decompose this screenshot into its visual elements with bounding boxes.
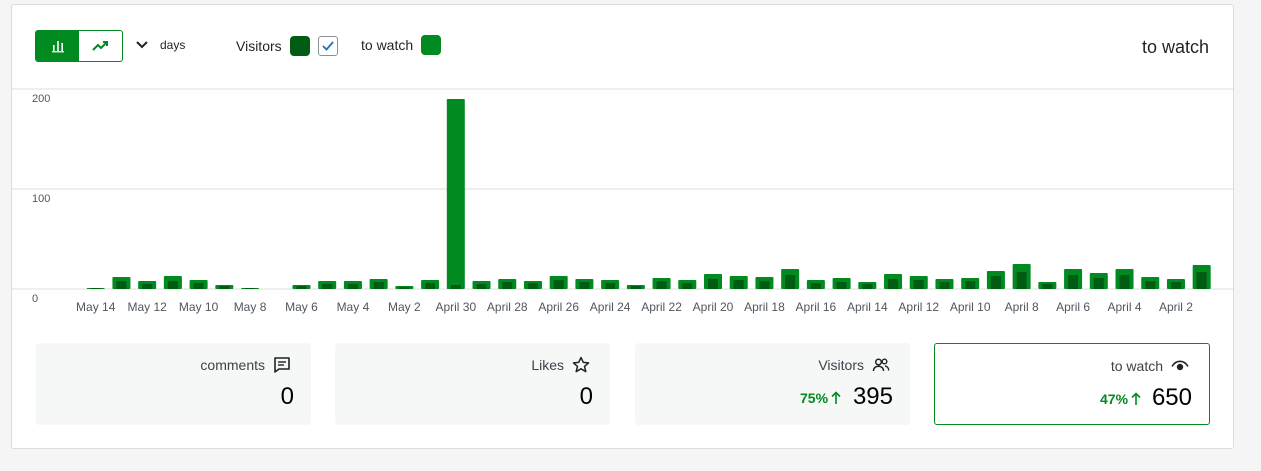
visitors-bar[interactable] (476, 284, 487, 289)
visitors-bar[interactable] (116, 281, 127, 289)
eye-icon (1171, 357, 1189, 375)
x-tick-label: April 2 (1159, 300, 1193, 314)
x-tick-label: April 24 (590, 300, 631, 314)
visitors-bar[interactable] (810, 283, 821, 289)
visitors-bar[interactable] (913, 280, 924, 289)
x-tick-label: April 20 (693, 300, 734, 314)
x-tick-label: May 14 (76, 300, 116, 314)
arrow-up-icon (1131, 392, 1141, 406)
x-tick-label: April 6 (1056, 300, 1090, 314)
visitors-bar[interactable] (450, 285, 461, 289)
visitors-bar[interactable] (219, 286, 230, 289)
visitors-bar[interactable] (939, 282, 950, 289)
visitors-bar[interactable] (888, 279, 899, 289)
stat-visitors-change-value: 75% (800, 390, 829, 406)
y-tick-label: 100 (32, 193, 50, 205)
visitors-bar[interactable] (322, 284, 333, 289)
visitors-bar[interactable] (1042, 284, 1053, 289)
visitors-bar[interactable] (373, 282, 384, 289)
visitors-bar[interactable] (1170, 282, 1181, 289)
stat-likes-label: Likes (531, 357, 564, 373)
visitors-bar[interactable] (1196, 272, 1207, 289)
visitors-bar[interactable] (785, 275, 796, 289)
visitors-bar[interactable] (733, 280, 744, 289)
stat-likes[interactable]: Likes 0 (335, 343, 610, 425)
visitors-bar[interactable] (1119, 275, 1130, 289)
x-tick-label: May 8 (234, 300, 267, 314)
visitors-bar[interactable] (296, 286, 307, 289)
bar-chart: 0 100 200 May 14 May 12 May 10 May 8 May 6 May 4… (12, 88, 1234, 314)
x-tick-label: April 28 (487, 300, 528, 314)
visitors-bar[interactable] (347, 284, 358, 289)
visitors-bar[interactable] (193, 283, 204, 289)
visitors-bar[interactable] (90, 288, 101, 289)
x-tick-label: April 10 (950, 300, 991, 314)
visitors-bar[interactable] (527, 283, 538, 289)
visitors-bar[interactable] (1145, 281, 1156, 289)
stat-to-watch-change-value: 47% (1100, 391, 1129, 407)
stat-visitors-change: 75% (800, 390, 841, 406)
visitors-bar[interactable] (502, 282, 513, 289)
x-tick-label: April 16 (796, 300, 837, 314)
visitors-bar[interactable] (965, 281, 976, 289)
x-tick-label: April 12 (898, 300, 939, 314)
stat-comments-label: comments (200, 357, 265, 373)
x-tick-label: May 4 (337, 300, 370, 314)
star-icon (572, 356, 590, 374)
visitors-bar[interactable] (605, 283, 616, 289)
stat-to-watch-change: 47% (1100, 391, 1141, 407)
y-tick-label: 0 (32, 293, 38, 305)
visitors-bar[interactable] (836, 282, 847, 289)
stat-visitors[interactable]: Visitors 75% 395 (635, 343, 910, 425)
visitors-bar[interactable] (708, 279, 718, 289)
stat-comments[interactable]: comments 0 (36, 343, 311, 425)
x-tick-label: April 30 (435, 300, 476, 314)
stat-likes-value: 0 (579, 383, 593, 410)
stat-to-watch-label: to watch (1110, 358, 1163, 374)
visitors-bar[interactable] (990, 276, 1001, 289)
visitors-bar[interactable] (1016, 272, 1027, 289)
visitors-bar[interactable] (142, 284, 153, 289)
visitors-bar[interactable] (167, 281, 178, 289)
stat-visitors-value: 395 (852, 383, 893, 410)
stat-to-watch[interactable]: to watch 47% 650 (934, 343, 1210, 425)
x-tick-label: April 8 (1005, 300, 1039, 314)
stat-comments-value: 0 (280, 383, 294, 410)
y-tick-label: 200 (32, 93, 50, 105)
arrow-up-icon (831, 391, 841, 405)
to-watch-bar[interactable] (446, 99, 465, 289)
x-tick-label: April 26 (538, 300, 579, 314)
visitors-bar[interactable] (630, 286, 641, 289)
visitors-bar[interactable] (425, 283, 436, 289)
visitors-bar[interactable] (759, 281, 770, 289)
visitors-bar[interactable] (656, 281, 667, 289)
x-tick-label: April 22 (641, 300, 682, 314)
x-tick-label: May 10 (179, 300, 219, 314)
x-tick-label: April 4 (1108, 300, 1142, 314)
visitors-bar[interactable] (1093, 278, 1104, 289)
comment-icon (273, 356, 291, 374)
x-tick-label: May 6 (285, 300, 318, 314)
x-tick-label: May 2 (388, 300, 421, 314)
x-tick-label: April 18 (744, 300, 785, 314)
people-icon (872, 356, 890, 374)
stat-to-watch-value: 650 (1151, 384, 1192, 411)
x-tick-label: April 14 (847, 300, 888, 314)
x-tick-label: May 12 (127, 300, 167, 314)
visitors-bar[interactable] (399, 287, 410, 289)
visitors-bar[interactable] (682, 283, 693, 289)
visitors-bar[interactable] (245, 288, 256, 289)
visitors-bar[interactable] (862, 284, 873, 289)
visitors-bar[interactable] (579, 282, 590, 289)
visitors-bar[interactable] (553, 280, 564, 289)
stat-visitors-label: Visitors (818, 357, 864, 373)
visitors-bar[interactable] (1068, 275, 1079, 289)
